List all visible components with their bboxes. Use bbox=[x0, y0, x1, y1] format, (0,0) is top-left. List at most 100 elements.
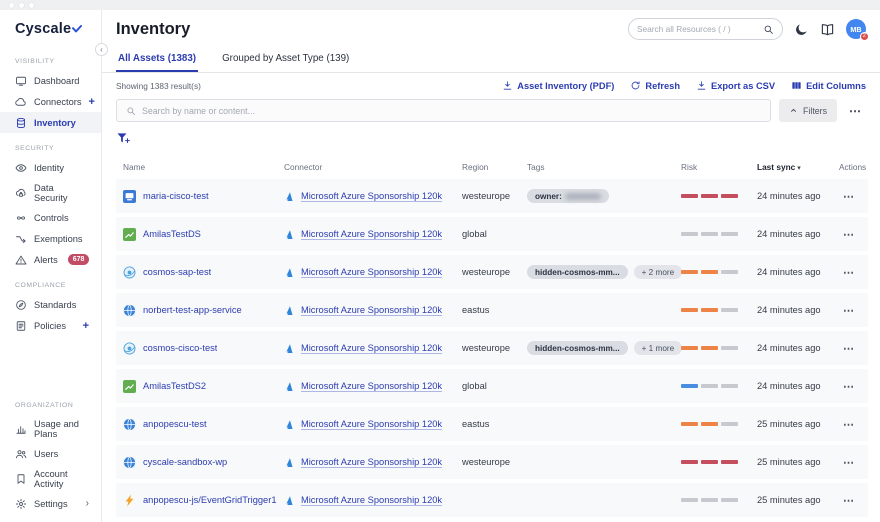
row-actions-button[interactable]: ⋯ bbox=[839, 228, 854, 241]
risk-bar bbox=[681, 460, 738, 465]
window-zoom-button[interactable] bbox=[29, 3, 34, 8]
row-actions-button[interactable]: ⋯ bbox=[839, 304, 854, 317]
tab-grouped-by-asset-type[interactable]: Grouped by Asset Type (139) bbox=[220, 46, 351, 72]
standards-icon bbox=[15, 299, 27, 311]
tab-all-assets[interactable]: All Assets (1383) bbox=[116, 46, 198, 72]
global-search-input[interactable] bbox=[637, 24, 757, 34]
sidebar: Cyscale VISIBILITYDashboardConnectors+In… bbox=[0, 10, 102, 522]
add-filter-button[interactable] bbox=[116, 131, 130, 145]
export-as-csv-button[interactable]: Export as CSV bbox=[696, 80, 775, 91]
asset-name-link[interactable]: anpopescu-test bbox=[143, 419, 207, 429]
column-header-tags[interactable]: Tags bbox=[527, 162, 681, 172]
window-titlebar bbox=[0, 0, 880, 10]
azure-icon bbox=[284, 381, 295, 392]
row-actions-button[interactable]: ⋯ bbox=[839, 494, 854, 507]
asset-name-link[interactable]: cosmos-sap-test bbox=[143, 267, 211, 277]
risk-cell bbox=[681, 384, 757, 389]
users-icon bbox=[15, 448, 27, 460]
connector-link[interactable]: Microsoft Azure Sponsorship 120k bbox=[301, 381, 442, 392]
row-actions-button[interactable]: ⋯ bbox=[839, 456, 854, 469]
connector-link[interactable]: Microsoft Azure Sponsorship 120k bbox=[301, 267, 442, 278]
risk-segment-orange bbox=[701, 422, 718, 427]
policies-add-button[interactable]: + bbox=[83, 320, 89, 332]
row-actions-button[interactable]: ⋯ bbox=[839, 342, 854, 355]
row-actions-button[interactable]: ⋯ bbox=[839, 380, 854, 393]
sidebar-item-alerts[interactable]: Alerts678 bbox=[0, 249, 101, 270]
sidebar-item-standards[interactable]: Standards bbox=[0, 294, 101, 315]
sidebar-item-identity[interactable]: Identity bbox=[0, 157, 101, 178]
connector-link[interactable]: Microsoft Azure Sponsorship 120k bbox=[301, 305, 442, 316]
risk-segment-red bbox=[701, 194, 718, 199]
azure-icon bbox=[284, 229, 295, 240]
row-actions-button[interactable]: ⋯ bbox=[839, 418, 854, 431]
sidebar-item-connectors[interactable]: Connectors+ bbox=[0, 91, 101, 112]
column-header-region[interactable]: Region bbox=[462, 162, 527, 172]
sidebar-item-dashboard[interactable]: Dashboard bbox=[0, 70, 101, 91]
asset-type-cosmos-icon bbox=[123, 266, 136, 279]
sidebar-item-inventory[interactable]: Inventory bbox=[0, 112, 101, 133]
sidebar-item-controls[interactable]: Controls bbox=[0, 207, 101, 228]
edit-columns-button[interactable]: Edit Columns bbox=[791, 80, 866, 91]
asset-name-link[interactable]: norbert-test-app-service bbox=[143, 305, 242, 315]
risk-cell bbox=[681, 460, 757, 465]
filters-button[interactable]: Filters bbox=[779, 99, 837, 122]
alerts-icon bbox=[15, 254, 27, 266]
azure-icon bbox=[284, 495, 295, 506]
connector-link[interactable]: Microsoft Azure Sponsorship 120k bbox=[301, 229, 442, 240]
refresh-button[interactable]: Refresh bbox=[630, 80, 680, 91]
connector-link[interactable]: Microsoft Azure Sponsorship 120k bbox=[301, 343, 442, 354]
region-cell: westeurope bbox=[462, 267, 527, 277]
risk-segment-gray bbox=[721, 270, 738, 275]
row-actions-button[interactable]: ⋯ bbox=[839, 266, 854, 279]
sidebar-item-data-security[interactable]: Data Security bbox=[0, 178, 101, 207]
sidebar-item-users[interactable]: Users bbox=[0, 443, 101, 464]
sidebar-item-policies[interactable]: Policies + bbox=[0, 315, 101, 336]
row-actions-button[interactable]: ⋯ bbox=[839, 190, 854, 203]
sidebar-collapse-button[interactable]: ‹ bbox=[95, 43, 108, 56]
table-body: maria-cisco-test Microsoft Azure Sponsors… bbox=[116, 179, 868, 517]
sidebar-item-label: Policies bbox=[34, 321, 66, 331]
funnel-plus-icon bbox=[116, 131, 130, 145]
column-header-name[interactable]: Name bbox=[116, 162, 284, 172]
table-search-input[interactable] bbox=[142, 106, 761, 116]
connector-link[interactable]: Microsoft Azure Sponsorship 120k bbox=[301, 419, 442, 430]
column-header-connector[interactable]: Connector bbox=[284, 162, 462, 172]
column-header-actions[interactable]: Actions bbox=[839, 162, 868, 172]
asset-name-link[interactable]: cosmos-cisco-test bbox=[143, 343, 217, 353]
sidebar-item-usage-and-plans[interactable]: Usage and Plans bbox=[0, 414, 101, 443]
dark-mode-toggle[interactable] bbox=[794, 22, 809, 37]
connector-link[interactable]: Microsoft Azure Sponsorship 120k bbox=[301, 191, 442, 202]
asset-type-vm-icon bbox=[123, 190, 136, 203]
asset-inventory-pdf-button[interactable]: Asset Inventory (PDF) bbox=[502, 80, 614, 91]
sidebar-item-exemptions[interactable]: Exemptions bbox=[0, 228, 101, 249]
tag-more-pill[interactable]: + 1 more bbox=[634, 341, 683, 355]
region-cell: westeurope bbox=[462, 343, 527, 353]
risk-cell bbox=[681, 422, 757, 427]
sidebar-item-account-activity[interactable]: Account Activity bbox=[0, 464, 101, 493]
app-logo-text: Cyscale bbox=[15, 21, 71, 37]
app-logo[interactable]: Cyscale bbox=[0, 10, 101, 46]
user-avatar[interactable]: MB 2 bbox=[846, 19, 866, 39]
window-close-button[interactable] bbox=[9, 3, 14, 8]
window-minimize-button[interactable] bbox=[19, 3, 24, 8]
more-options-button[interactable]: ⋯ bbox=[845, 104, 866, 118]
asset-name-link[interactable]: AmilasTestDS2 bbox=[143, 381, 206, 391]
table-row: AmilasTestDS Microsoft Azure Sponsorship … bbox=[116, 217, 868, 251]
asset-name-link[interactable]: cyscale-sandbox-wp bbox=[143, 457, 227, 467]
asset-name-link[interactable]: anpopescu-js/EventGridTrigger1 bbox=[143, 495, 277, 505]
docs-button[interactable] bbox=[820, 22, 835, 37]
tag-more-pill[interactable]: + 2 more bbox=[634, 265, 683, 279]
column-header-risk[interactable]: Risk bbox=[681, 162, 757, 172]
tag-pill: owner: bbox=[527, 189, 609, 203]
connector-link[interactable]: Microsoft Azure Sponsorship 120k bbox=[301, 495, 442, 506]
sidebar-item-settings[interactable]: Settings› bbox=[0, 493, 101, 514]
asset-type-webapp-icon bbox=[123, 456, 136, 469]
asset-name-link[interactable]: AmilasTestDS bbox=[143, 229, 201, 239]
sidebar-item-label: Inventory bbox=[34, 118, 76, 128]
connector-link[interactable]: Microsoft Azure Sponsorship 120k bbox=[301, 457, 442, 468]
asset-name-link[interactable]: maria-cisco-test bbox=[143, 191, 209, 201]
exemptions-icon bbox=[15, 233, 27, 245]
sidebar-section-label: COMPLIANCE bbox=[0, 270, 101, 294]
column-header-last-sync[interactable]: Last sync▾ bbox=[757, 162, 839, 172]
connectors-add-button[interactable]: + bbox=[89, 96, 95, 108]
